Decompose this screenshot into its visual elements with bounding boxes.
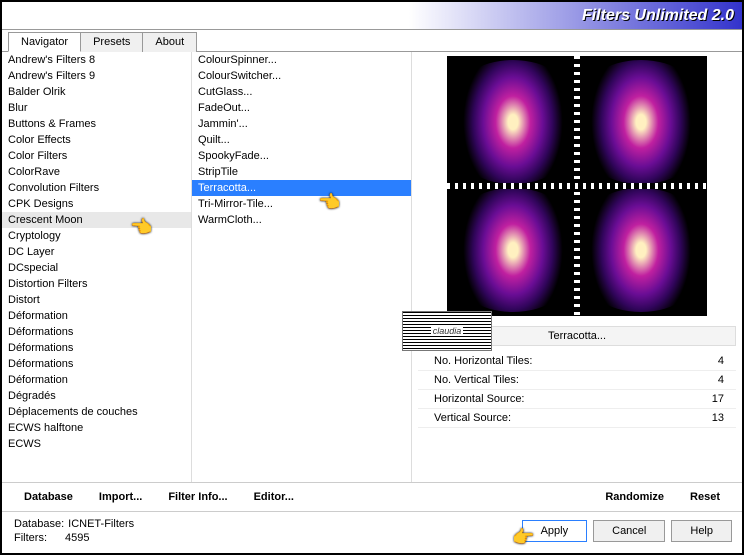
filter-item[interactable]: ColourSpinner... <box>192 52 411 68</box>
filter-list: ColourSpinner...ColourSwitcher...CutGlas… <box>192 52 412 482</box>
setting-value: 4 <box>718 374 724 386</box>
category-item[interactable]: Distort <box>2 292 191 308</box>
watermark-text: claudia <box>431 326 464 336</box>
filter-item[interactable]: WarmCloth... <box>192 212 411 228</box>
category-item[interactable]: Cryptology <box>2 228 191 244</box>
category-item[interactable]: DC Layer <box>2 244 191 260</box>
category-item[interactable]: Buttons & Frames <box>2 116 191 132</box>
main-area: Andrew's Filters 8Andrew's Filters 9Bald… <box>2 52 742 482</box>
filter-item[interactable]: FadeOut... <box>192 100 411 116</box>
settings-grid: No. Horizontal Tiles:4No. Vertical Tiles… <box>418 352 736 428</box>
category-item[interactable]: Déformations <box>2 324 191 340</box>
filter-item[interactable]: Jammin'... <box>192 116 411 132</box>
filter-item[interactable]: ColourSwitcher... <box>192 68 411 84</box>
filter-item[interactable]: Terracotta... <box>192 180 411 196</box>
filter-scroll[interactable]: ColourSpinner...ColourSwitcher...CutGlas… <box>192 52 411 482</box>
category-item[interactable]: Déformations <box>2 340 191 356</box>
setting-label: Vertical Source: <box>434 412 511 424</box>
link-row: Database Import... Filter Info... Editor… <box>2 482 742 512</box>
category-list: Andrew's Filters 8Andrew's Filters 9Bald… <box>2 52 192 482</box>
app-title: Filters Unlimited 2.0 <box>582 7 734 25</box>
category-item[interactable]: CPK Designs <box>2 196 191 212</box>
filter-item[interactable]: Tri-Mirror-Tile... <box>192 196 411 212</box>
button-row: Apply Cancel Help <box>522 520 732 542</box>
reset-link[interactable]: Reset <box>690 491 720 503</box>
watermark-badge: claudia <box>402 311 492 351</box>
setting-value: 13 <box>712 412 724 424</box>
status-block: Database: ICNET-Filters Filters: 4595 <box>14 518 134 544</box>
status-row: Database: ICNET-Filters Filters: 4595 Ap… <box>2 512 742 546</box>
category-item[interactable]: Déplacements de couches <box>2 404 191 420</box>
category-item[interactable]: Andrew's Filters 8 <box>2 52 191 68</box>
settings-row: Horizontal Source: 17 <box>418 390 736 409</box>
category-item[interactable]: Déformation <box>2 372 191 388</box>
db-label: Database: <box>14 518 64 530</box>
randomize-link[interactable]: Randomize <box>605 491 664 503</box>
editor-link[interactable]: Editor... <box>254 491 294 503</box>
category-item[interactable]: Blur <box>2 100 191 116</box>
apply-button[interactable]: Apply <box>522 520 588 542</box>
database-link[interactable]: Database <box>24 491 73 503</box>
category-item[interactable]: Dégradés <box>2 388 191 404</box>
right-panel: Terracotta... No. Horizontal Tiles:4No. … <box>412 52 742 482</box>
category-scroll[interactable]: Andrew's Filters 8Andrew's Filters 9Bald… <box>2 52 191 482</box>
setting-label: Horizontal Source: <box>434 393 525 405</box>
tab-presets[interactable]: Presets <box>80 32 143 52</box>
setting-value: 17 <box>712 393 724 405</box>
category-item[interactable]: DCspecial <box>2 260 191 276</box>
filter-item[interactable]: StripTile <box>192 164 411 180</box>
cancel-button[interactable]: Cancel <box>593 520 665 542</box>
tab-navigator[interactable]: Navigator <box>8 32 81 52</box>
setting-value: 4 <box>718 355 724 367</box>
db-value: ICNET-Filters <box>68 518 134 530</box>
filter-item[interactable]: CutGlass... <box>192 84 411 100</box>
category-item[interactable]: Convolution Filters <box>2 180 191 196</box>
category-item[interactable]: ColorRave <box>2 164 191 180</box>
filter-item[interactable]: Quilt... <box>192 132 411 148</box>
tab-bar: NavigatorPresetsAbout <box>2 30 742 52</box>
category-item[interactable]: ECWS <box>2 436 191 452</box>
category-item[interactable]: Déformations <box>2 356 191 372</box>
settings-row: No. Vertical Tiles: 4 <box>418 371 736 390</box>
filter-info-link[interactable]: Filter Info... <box>168 491 227 503</box>
category-item[interactable]: Color Filters <box>2 148 191 164</box>
setting-label: No. Vertical Tiles: <box>434 374 519 386</box>
setting-label: No. Horizontal Tiles: <box>434 355 532 367</box>
help-button[interactable]: Help <box>671 520 732 542</box>
category-item[interactable]: Crescent Moon <box>2 212 191 228</box>
filter-item[interactable]: SpookyFade... <box>192 148 411 164</box>
category-item[interactable]: Déformation <box>2 308 191 324</box>
tab-about[interactable]: About <box>142 32 197 52</box>
filters-label: Filters: <box>14 532 47 544</box>
category-item[interactable]: Color Effects <box>2 132 191 148</box>
settings-row: No. Horizontal Tiles: 4 <box>418 352 736 371</box>
import-link[interactable]: Import... <box>99 491 142 503</box>
category-item[interactable]: Distortion Filters <box>2 276 191 292</box>
category-item[interactable]: Balder Olrik <box>2 84 191 100</box>
settings-row: Vertical Source: 13 <box>418 409 736 428</box>
header-bar: Filters Unlimited 2.0 <box>2 2 742 30</box>
filters-value: 4595 <box>65 532 89 544</box>
category-item[interactable]: Andrew's Filters 9 <box>2 68 191 84</box>
preview-image <box>447 56 707 316</box>
category-item[interactable]: ECWS halftone <box>2 420 191 436</box>
